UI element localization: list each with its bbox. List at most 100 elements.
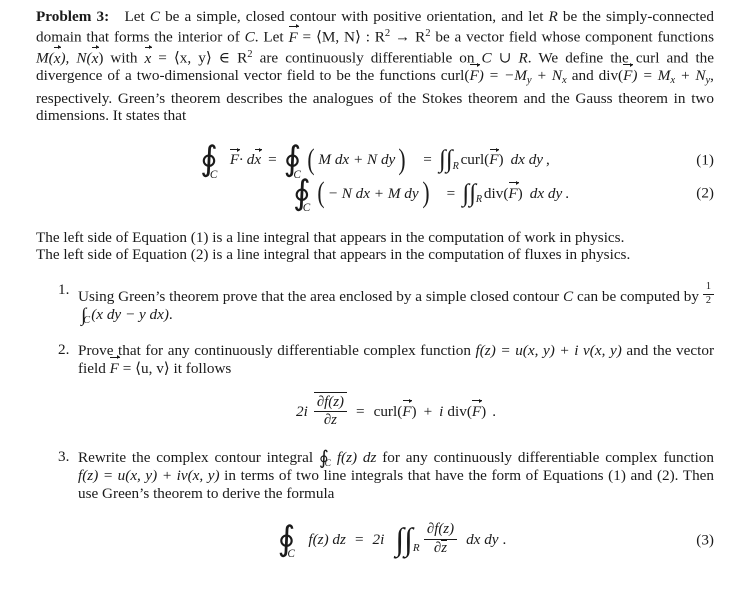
math-F-vector-3: F: [623, 62, 634, 85]
equation-1-punctuation: ,: [546, 151, 550, 169]
item2-div-op: div(: [447, 402, 472, 420]
item2-coefficient: 2i: [295, 402, 308, 420]
equation-1-curl-F-vector: F: [489, 147, 500, 169]
middle-paragraph: The left side of Equation (1) is a line …: [36, 229, 714, 264]
item2-fraction-denominator: ∂z: [323, 412, 337, 429]
equation-1-curl-close: ): [498, 151, 504, 169]
intro-text-6: ) with: [98, 49, 145, 67]
intro-text-5: be a vector field whose component functi…: [430, 28, 714, 46]
equation-1-equals-2: =: [423, 151, 432, 169]
equation-2-number: (2): [696, 184, 714, 202]
region-limit-2: R: [475, 193, 483, 205]
item2-plus-sign: +: [423, 402, 433, 420]
math-x-vector-3: x: [144, 45, 152, 67]
equation-3-coefficient: 2i: [372, 530, 385, 548]
equation-2-block: ∮ C ( − N dx + M dy ) = ∫∫ R div(F) dx dy …: [36, 176, 714, 213]
curl-definition-prefix: curl(: [440, 67, 470, 85]
equation-3-fraction-denominator: ∂z: [424, 540, 457, 557]
item1-math-C: C: [563, 287, 574, 305]
intro-text-7: are continuously differentiable on: [252, 49, 482, 67]
equation-2-div-close: ): [517, 184, 523, 202]
equation-2-div-F-vector: F: [508, 181, 519, 202]
item2-math-uv-tuple: ⟨u, v⟩: [135, 359, 170, 377]
contour-integral-symbol-2: ∮ C: [283, 141, 302, 181]
equation-1-paren-open: (: [307, 143, 315, 177]
item3-text-b: for any continuously differentiable comp…: [376, 449, 714, 467]
math-N-of-x: ), N(: [60, 49, 92, 67]
contour-limit-3: C: [302, 201, 311, 214]
double-integral-symbol-3: ∫∫ R: [395, 520, 420, 557]
problem-item-2: 2. Prove that for any continuously diffe…: [36, 342, 714, 429]
item2-partial-fraction: ∂f(z) ∂z: [313, 394, 347, 429]
math-x-vector-1: x: [53, 45, 61, 67]
problem-item-3: 3. Rewrite the complex contour integral …: [36, 449, 714, 502]
equation-3-punctuation: .: [502, 530, 507, 548]
item3-math-f-definition: f(z) = u(x, y) + iv(x, y): [78, 466, 220, 484]
item2-div-close: ): [481, 402, 487, 420]
equation-3-equals: =: [354, 530, 364, 548]
equation-1-dot-dx: · d: [239, 151, 255, 169]
equation-1-F-vector: F: [229, 147, 241, 169]
item1-line-integral-symbol: ∫ C: [81, 304, 90, 326]
item2-conjugate-overline: ∂f(z) ∂z: [313, 392, 348, 429]
item2-equation-row: 2i ∂f(z) ∂z = curl(F) + i div(F) .: [78, 392, 714, 429]
equation-1-x-vector: x: [254, 147, 262, 169]
math-C-1: C: [149, 8, 160, 25]
intro-text-2: be a simple, closed contour with positiv…: [159, 8, 549, 25]
double-integral-symbol-2: ∫∫ R: [462, 179, 483, 207]
math-C-2: C: [244, 28, 255, 46]
item2-fraction-numerator: ∂f(z): [313, 394, 347, 413]
equation-3-differentials: dx dy: [466, 530, 499, 548]
equation-2-paren-open: (: [317, 176, 325, 210]
item2-curl-op: curl(: [373, 402, 403, 420]
equation-2-equals: =: [446, 184, 456, 202]
math-blackboard-R-1: R: [374, 28, 385, 46]
equation-2-integrand: − N dx + M dy: [327, 184, 419, 202]
equation-1-integrand: M dx + N dy: [318, 151, 396, 169]
item2-curl-close: ): [411, 402, 417, 420]
problem-list: 1. Using Green’s theorem prove that the …: [36, 281, 714, 503]
equation-1-differentials: dx dy: [510, 151, 544, 169]
equation-1-row: ∮ C F · dx = ∮ C ( M dx + N dy ) = ∫∫ R cur…: [36, 141, 714, 181]
equation-1-paren-close: ): [398, 143, 406, 177]
math-C-union-R: C ∪ R: [481, 49, 528, 67]
item2-math-f-definition: f(z) = u(x, y) + i v(x, y): [475, 342, 622, 360]
math-M-of-x: M(: [36, 49, 54, 67]
problem-item-3-text: Rewrite the complex contour integral ∮ C f…: [78, 449, 714, 502]
div-plus-N: + N: [675, 67, 706, 85]
item2-div-F-vector: F: [471, 399, 483, 420]
intro-colon: :: [360, 28, 375, 46]
intro-in-symbol: ∈: [211, 49, 238, 67]
intro-arrow: →: [390, 28, 416, 46]
item1-fraction-denominator: 2: [705, 294, 711, 306]
item1-integral-limit: C: [83, 314, 90, 326]
intro-eq-2: =: [151, 49, 174, 67]
equation-2-punctuation: .: [565, 184, 569, 202]
equation-2-paren-close: ): [422, 176, 430, 210]
math-xy-tuple: ⟨x, y⟩: [173, 49, 212, 67]
problem-label: Problem 3:: [36, 8, 110, 25]
equation-3-z-conjugate: z: [441, 540, 448, 557]
equation-2-differentials: dx dy: [529, 184, 563, 202]
math-MN-tuple: ⟨M, N⟩: [315, 28, 361, 46]
div-definition-prefix: and div(: [566, 67, 624, 85]
math-x-vector-2: x: [91, 45, 99, 67]
problem-item-1-text: Using Green’s theorem prove that the are…: [78, 281, 714, 326]
intro-paragraph: Problem 3: Let C be a simple, closed con…: [36, 8, 714, 124]
equation-1-curl-op: curl(: [460, 151, 490, 169]
item3-text-a: Rewrite the complex contour integral: [78, 449, 319, 467]
div-definition-body: ) = M: [632, 67, 671, 85]
item1-text-c: .: [168, 306, 173, 324]
item2-punctuation: .: [492, 402, 497, 420]
problem-item-2-marker: 2.: [58, 341, 70, 359]
problem-item-3-marker: 3.: [58, 448, 70, 466]
equation-3-block: ∮ C f(z) dz = 2i ∫∫ R ∂f(z) ∂z dx dy . (3): [36, 520, 714, 560]
item2-math-F-vector: F: [109, 355, 121, 377]
problem-item-2-text: Prove that for any continuously differen…: [78, 342, 714, 378]
equation-1-equals-1: =: [268, 151, 277, 169]
item3-integral-limit: C: [324, 459, 331, 470]
item2-text-a: Prove that for any continuously differen…: [78, 342, 476, 360]
item2-equals-sign: =: [356, 402, 365, 420]
curl-plus-N: + N: [531, 67, 563, 85]
region-limit-1: R: [452, 160, 459, 172]
